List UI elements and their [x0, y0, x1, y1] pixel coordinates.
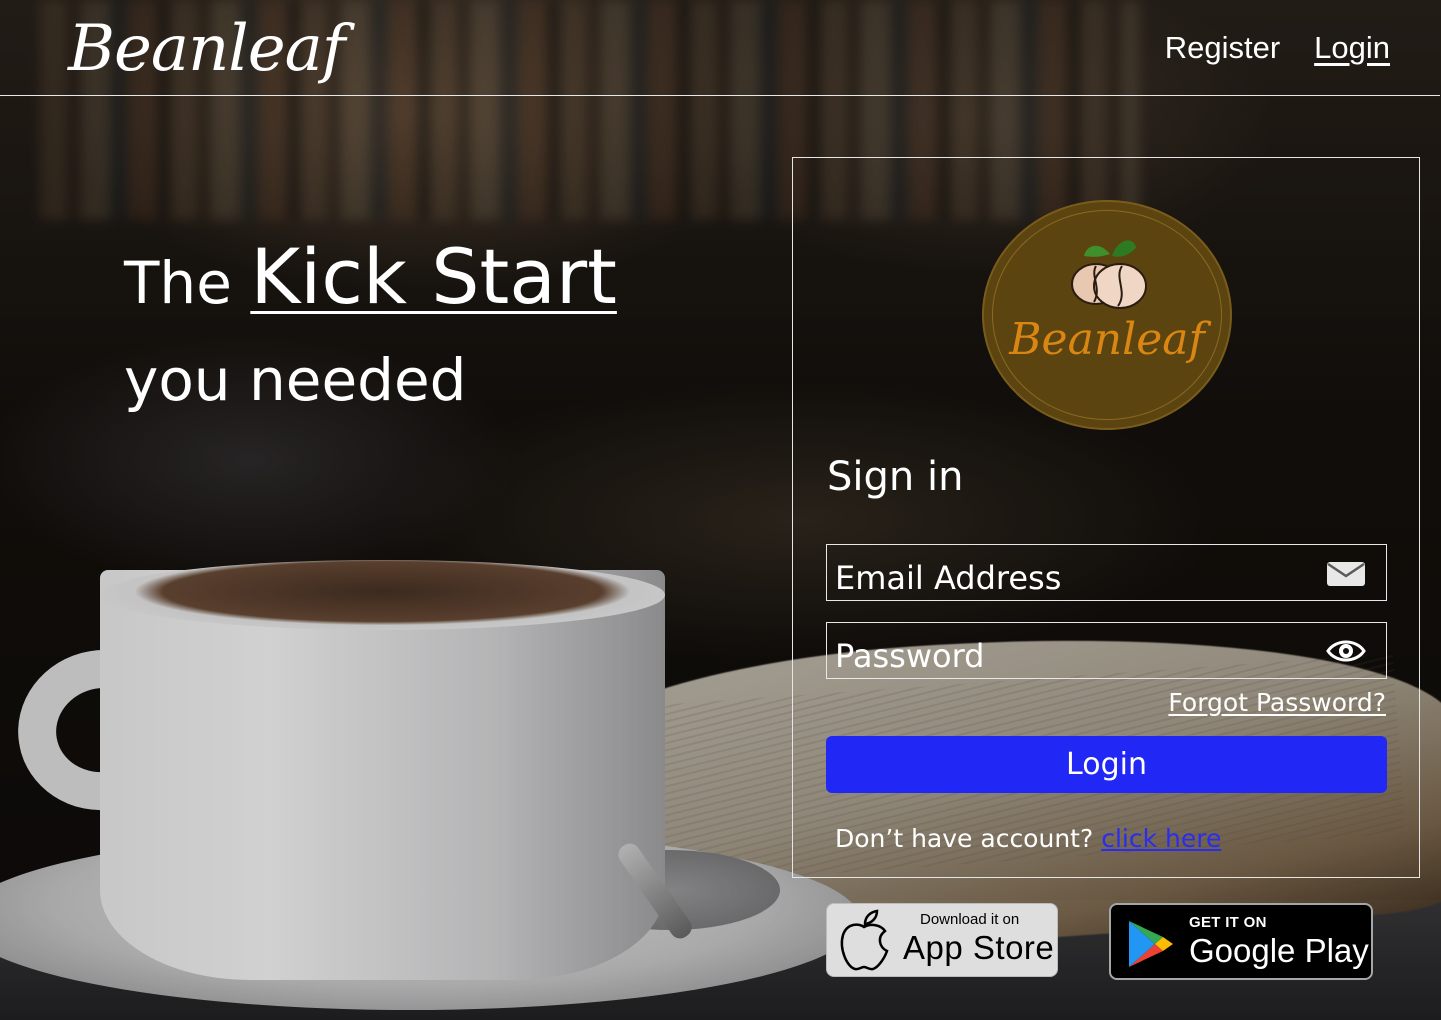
- login-button[interactable]: Login: [826, 736, 1387, 793]
- hero-line-2: you needed: [124, 346, 467, 414]
- signin-title: Sign in: [827, 454, 964, 500]
- password-input[interactable]: [827, 623, 1307, 678]
- register-prompt: Don’t have account? click here: [835, 824, 1221, 853]
- coffee-bean-leaf-icon: [1071, 240, 1147, 309]
- brand-logo[interactable]: Beanleaf: [68, 12, 345, 86]
- hero-prefix: The: [124, 249, 232, 317]
- logo-wordmark: Beanleaf: [1009, 314, 1205, 365]
- apple-icon: [840, 909, 889, 971]
- top-header: Beanleaf Register Login: [0, 0, 1440, 96]
- eye-icon[interactable]: [1326, 637, 1366, 665]
- no-account-text: Don’t have account?: [835, 824, 1094, 853]
- google-play-icon: [1129, 921, 1173, 967]
- hero-headline: The Kick Start you needed: [124, 232, 617, 432]
- nav-login-link[interactable]: Login: [1314, 30, 1390, 66]
- top-nav: Register Login: [1165, 30, 1390, 66]
- forgot-password-link[interactable]: Forgot Password?: [1168, 688, 1386, 717]
- hero-line-1: The Kick Start: [124, 232, 617, 328]
- beanleaf-badge-logo: Beanleaf: [982, 200, 1232, 430]
- signin-card: Beanleaf Sign in Forgot Password? Login …: [792, 157, 1420, 878]
- appstore-small-text: Download it on: [920, 911, 1020, 928]
- click-here-link[interactable]: click here: [1101, 824, 1221, 853]
- password-field: [826, 622, 1387, 679]
- email-field: [826, 544, 1387, 601]
- mail-icon: [1327, 562, 1365, 586]
- googleplay-small-text: GET IT ON: [1189, 914, 1267, 931]
- google-play-badge[interactable]: GET IT ON Google Play: [1109, 903, 1373, 980]
- appstore-big-text: App Store: [903, 929, 1055, 966]
- app-store-badge[interactable]: Download it on App Store: [826, 903, 1058, 977]
- nav-register-link[interactable]: Register: [1165, 30, 1280, 66]
- googleplay-big-text: Google Play: [1189, 932, 1369, 969]
- hero-highlight: Kick Start: [250, 232, 617, 321]
- email-input[interactable]: [827, 545, 1307, 600]
